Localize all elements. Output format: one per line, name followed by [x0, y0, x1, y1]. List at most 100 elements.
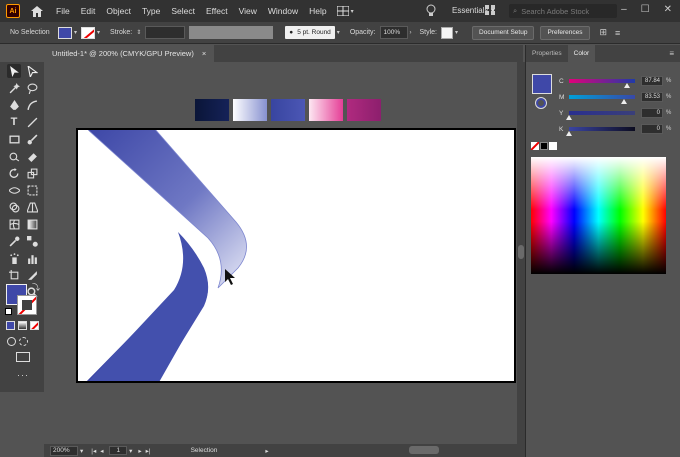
arrange-icon[interactable]: ⊞ — [600, 27, 608, 38]
menu-window[interactable]: Window — [268, 6, 298, 16]
more-tools-icon[interactable]: ··· — [17, 370, 29, 380]
shape-builder-icon[interactable] — [7, 200, 21, 214]
vertical-scroll-thumb[interactable] — [518, 245, 524, 259]
zoom-field[interactable]: 200% — [50, 445, 78, 456]
screen-mode-icon[interactable] — [16, 352, 30, 362]
swatch-pink[interactable] — [309, 99, 343, 121]
magenta-value[interactable]: 83.53 — [641, 92, 663, 102]
stock-search-input[interactable]: ⌕ Search Adobe Stock — [509, 4, 617, 18]
eraser-icon[interactable] — [25, 149, 39, 163]
stroke-swatch[interactable] — [81, 26, 96, 39]
swatch-magenta[interactable] — [347, 99, 381, 121]
magenta-thumb[interactable] — [621, 99, 628, 104]
magic-wand-icon[interactable] — [7, 81, 21, 95]
vertical-scrollbar[interactable] — [517, 62, 525, 444]
type-tool-icon[interactable]: T — [7, 115, 21, 129]
panel-menu-icon[interactable]: ≡ — [669, 49, 674, 58]
last-artboard-icon[interactable]: ▸| — [146, 447, 151, 455]
previous-artboard-icon[interactable]: ◂ — [100, 447, 103, 455]
tab-color[interactable]: Color — [567, 45, 596, 62]
draw-behind-icon[interactable] — [19, 337, 28, 346]
color-mode-icon[interactable] — [6, 321, 15, 330]
draw-normal-icon[interactable] — [7, 337, 16, 346]
none-color-icon[interactable] — [531, 142, 539, 150]
menu-view[interactable]: View — [239, 6, 257, 16]
magenta-track[interactable] — [569, 95, 635, 104]
artboard[interactable] — [76, 128, 516, 383]
tab-properties[interactable]: Properties — [526, 45, 568, 62]
cyan-track[interactable] — [569, 79, 635, 88]
chevron-right-icon[interactable]: › — [410, 30, 412, 36]
pen-tool-icon[interactable] — [7, 98, 21, 112]
panel-menu-icon[interactable]: ≡ — [615, 28, 620, 38]
slider-yellow[interactable]: Y 0 % — [559, 107, 679, 120]
width-tool-icon[interactable] — [7, 183, 21, 197]
scale-tool-icon[interactable] — [25, 166, 39, 180]
rotate-tool-icon[interactable] — [7, 166, 21, 180]
chevron-right-icon[interactable]: ▸ — [265, 447, 268, 455]
gradient-tool-icon[interactable] — [25, 217, 39, 231]
slice-tool-icon[interactable] — [25, 268, 39, 282]
first-artboard-icon[interactable]: |◂ — [91, 447, 96, 455]
horizontal-scroll-thumb[interactable] — [409, 446, 439, 454]
yellow-track[interactable] — [566, 111, 635, 120]
rectangle-tool-icon[interactable] — [7, 132, 21, 146]
white-color-icon[interactable] — [549, 142, 557, 150]
slider-black[interactable]: K 0 % — [559, 123, 679, 136]
swatch-blue[interactable] — [271, 99, 305, 121]
minimize-icon[interactable]: – — [621, 4, 627, 15]
stroke-weight-field[interactable] — [145, 26, 186, 39]
direct-selection-tool-icon[interactable] — [25, 64, 39, 78]
column-graph-icon[interactable] — [25, 251, 39, 265]
lightbulb-icon[interactable] — [426, 4, 438, 18]
chevron-down-icon[interactable]: ▾ — [74, 29, 77, 36]
menu-effect[interactable]: Effect — [206, 6, 228, 16]
gradient-mode-icon[interactable] — [18, 321, 27, 330]
curvature-tool-icon[interactable] — [25, 98, 39, 112]
artwork[interactable] — [78, 130, 516, 383]
swap-fill-stroke-icon[interactable]: ⤵ — [32, 282, 40, 293]
opacity-label[interactable]: Opacity: — [350, 29, 376, 36]
menu-file[interactable]: File — [56, 6, 70, 16]
preferences-button[interactable]: Preferences — [540, 25, 590, 40]
arrange-documents-icon[interactable]: ▾ — [336, 4, 357, 18]
next-artboard-icon[interactable]: ▸ — [138, 447, 141, 455]
variable-width-profile[interactable] — [189, 26, 274, 39]
yellow-thumb[interactable] — [566, 115, 572, 120]
cyan-thumb[interactable] — [623, 83, 630, 88]
mesh-tool-icon[interactable] — [7, 217, 21, 231]
yellow-value[interactable]: 0 — [641, 108, 663, 118]
blend-tool-icon[interactable] — [25, 234, 39, 248]
slider-cyan[interactable]: C 87.84 % — [559, 75, 679, 88]
graphic-style-swatch[interactable] — [441, 26, 454, 39]
artboard-number[interactable]: 1 — [109, 446, 128, 455]
stepper-icon[interactable]: ⇕ — [136, 29, 141, 36]
eyedropper-icon[interactable] — [7, 234, 21, 248]
black-thumb[interactable] — [566, 131, 572, 136]
menu-edit[interactable]: Edit — [81, 6, 96, 16]
color-fill-swatch[interactable] — [532, 74, 552, 94]
paintbrush-icon[interactable] — [25, 132, 39, 146]
chevron-down-icon[interactable]: ▾ — [129, 447, 132, 455]
menu-type[interactable]: Type — [142, 6, 160, 16]
artboard-tool-icon[interactable] — [7, 268, 21, 282]
color-spectrum[interactable] — [531, 157, 666, 274]
close-icon[interactable]: ✕ — [664, 4, 672, 15]
chevron-down-icon[interactable]: ▾ — [80, 447, 83, 455]
default-colors-icon[interactable] — [5, 308, 12, 315]
menu-select[interactable]: Select — [171, 6, 195, 16]
close-tab-icon[interactable]: × — [202, 49, 206, 58]
chevron-down-icon[interactable]: ▾ — [455, 29, 458, 36]
swatch-light-blue[interactable] — [233, 99, 267, 121]
cyan-value[interactable]: 87.84 — [641, 76, 663, 86]
opacity-field[interactable]: 100% — [379, 26, 408, 39]
menu-help[interactable]: Help — [309, 6, 326, 16]
perspective-grid-icon[interactable] — [25, 200, 39, 214]
free-transform-icon[interactable] — [25, 183, 39, 197]
slider-magenta[interactable]: M 83.53 % — [559, 91, 679, 104]
canvas-area[interactable] — [44, 62, 517, 444]
swatch-navy[interactable] — [195, 99, 229, 121]
chevron-down-icon[interactable]: ▾ — [337, 29, 340, 36]
workspace-grid-icon[interactable] — [485, 5, 496, 18]
symbol-sprayer-icon[interactable] — [7, 251, 21, 265]
